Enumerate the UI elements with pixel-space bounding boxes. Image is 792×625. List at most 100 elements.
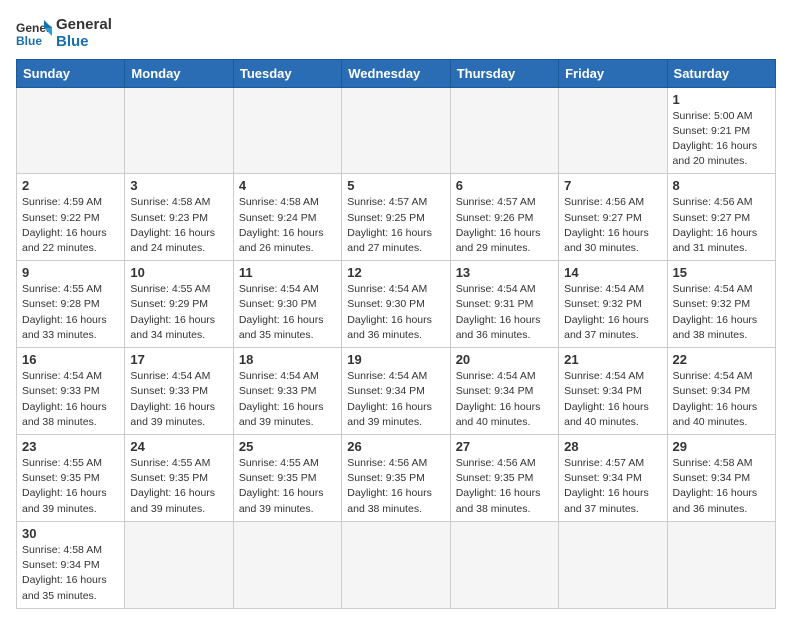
day-number: 23 <box>22 439 119 454</box>
calendar-cell-2-5: 14 Sunrise: 4:54 AM Sunset: 9:32 PM Dayli… <box>559 261 667 348</box>
day-number: 9 <box>22 265 119 280</box>
weekday-header-friday: Friday <box>559 59 667 87</box>
calendar-cell-4-4: 27Sunrise: 4:56 AM Sunset: 9:35 PM Dayli… <box>450 435 558 522</box>
calendar-cell-4-2: 25Sunrise: 4:55 AM Sunset: 9:35 PM Dayli… <box>233 435 341 522</box>
calendar-cell-5-0: 30Sunrise: 4:58 AM Sunset: 9:34 PM Dayli… <box>17 521 125 608</box>
day-number: 21 <box>564 352 661 367</box>
day-number: 7 <box>564 178 661 193</box>
day-info: Sunrise: 4:57 AM Sunset: 9:25 PM Dayligh… <box>347 195 444 256</box>
week-row-4: 23 Sunrise: 4:55 AM Sunset: 9:35 PM Dayli… <box>17 435 776 522</box>
calendar-table: SundayMondayTuesdayWednesdayThursdayFrid… <box>16 59 776 609</box>
logo-general: General <box>56 16 112 33</box>
day-number: 18 <box>239 352 336 367</box>
calendar-cell-2-2: 11Sunrise: 4:54 AM Sunset: 9:30 PM Dayli… <box>233 261 341 348</box>
calendar-cell-2-4: 13Sunrise: 4:54 AM Sunset: 9:31 PM Dayli… <box>450 261 558 348</box>
day-info: Sunrise: 4:56 AM Sunset: 9:35 PM Dayligh… <box>347 456 444 517</box>
calendar-cell-1-2: 4Sunrise: 4:58 AM Sunset: 9:24 PM Daylig… <box>233 174 341 261</box>
logo: General Blue General Blue <box>16 16 112 51</box>
calendar-cell-4-5: 28 Sunrise: 4:57 AM Sunset: 9:34 PM Dayli… <box>559 435 667 522</box>
logo-icon: General Blue <box>16 18 52 48</box>
weekday-header-row: SundayMondayTuesdayWednesdayThursdayFrid… <box>17 59 776 87</box>
calendar-cell-5-2 <box>233 521 341 608</box>
calendar-cell-1-4: 6Sunrise: 4:57 AM Sunset: 9:26 PM Daylig… <box>450 174 558 261</box>
week-row-0: 1Sunrise: 5:00 AM Sunset: 9:21 PM Daylig… <box>17 87 776 174</box>
day-number: 19 <box>347 352 444 367</box>
day-info: Sunrise: 4:54 AM Sunset: 9:34 PM Dayligh… <box>456 369 553 430</box>
day-info: Sunrise: 4:54 AM Sunset: 9:32 PM Dayligh… <box>564 282 661 343</box>
day-info: Sunrise: 4:54 AM Sunset: 9:33 PM Dayligh… <box>22 369 119 430</box>
calendar-cell-3-2: 18 Sunrise: 4:54 AM Sunset: 9:33 PM Dayli… <box>233 348 341 435</box>
day-number: 8 <box>673 178 770 193</box>
day-number: 17 <box>130 352 227 367</box>
day-info: Sunrise: 4:55 AM Sunset: 9:29 PM Dayligh… <box>130 282 227 343</box>
calendar-cell-2-6: 15 Sunrise: 4:54 AM Sunset: 9:32 PM Dayli… <box>667 261 775 348</box>
week-row-1: 2 Sunrise: 4:59 AM Sunset: 9:22 PM Daylig… <box>17 174 776 261</box>
calendar-cell-1-5: 7 Sunrise: 4:56 AM Sunset: 9:27 PM Daylig… <box>559 174 667 261</box>
weekday-header-sunday: Sunday <box>17 59 125 87</box>
calendar-cell-0-3 <box>342 87 450 174</box>
calendar-cell-3-0: 16 Sunrise: 4:54 AM Sunset: 9:33 PM Dayli… <box>17 348 125 435</box>
day-number: 22 <box>673 352 770 367</box>
day-number: 5 <box>347 178 444 193</box>
calendar-cell-5-4 <box>450 521 558 608</box>
calendar-cell-0-6: 1Sunrise: 5:00 AM Sunset: 9:21 PM Daylig… <box>667 87 775 174</box>
day-number: 25 <box>239 439 336 454</box>
calendar-cell-1-1: 3 Sunrise: 4:58 AM Sunset: 9:23 PM Daylig… <box>125 174 233 261</box>
day-info: Sunrise: 4:54 AM Sunset: 9:33 PM Dayligh… <box>130 369 227 430</box>
day-info: Sunrise: 4:54 AM Sunset: 9:30 PM Dayligh… <box>347 282 444 343</box>
day-info: Sunrise: 4:55 AM Sunset: 9:35 PM Dayligh… <box>22 456 119 517</box>
day-info: Sunrise: 4:54 AM Sunset: 9:33 PM Dayligh… <box>239 369 336 430</box>
week-row-5: 30Sunrise: 4:58 AM Sunset: 9:34 PM Dayli… <box>17 521 776 608</box>
day-info: Sunrise: 4:56 AM Sunset: 9:27 PM Dayligh… <box>673 195 770 256</box>
calendar-cell-2-0: 9 Sunrise: 4:55 AM Sunset: 9:28 PM Daylig… <box>17 261 125 348</box>
calendar-cell-0-4 <box>450 87 558 174</box>
day-info: Sunrise: 4:54 AM Sunset: 9:34 PM Dayligh… <box>673 369 770 430</box>
calendar-cell-4-3: 26 Sunrise: 4:56 AM Sunset: 9:35 PM Dayli… <box>342 435 450 522</box>
calendar-cell-1-3: 5 Sunrise: 4:57 AM Sunset: 9:25 PM Daylig… <box>342 174 450 261</box>
day-info: Sunrise: 4:56 AM Sunset: 9:27 PM Dayligh… <box>564 195 661 256</box>
calendar-cell-3-3: 19 Sunrise: 4:54 AM Sunset: 9:34 PM Dayli… <box>342 348 450 435</box>
calendar-cell-3-4: 20Sunrise: 4:54 AM Sunset: 9:34 PM Dayli… <box>450 348 558 435</box>
calendar-cell-5-6 <box>667 521 775 608</box>
day-info: Sunrise: 4:56 AM Sunset: 9:35 PM Dayligh… <box>456 456 553 517</box>
day-number: 4 <box>239 178 336 193</box>
day-number: 13 <box>456 265 553 280</box>
weekday-header-monday: Monday <box>125 59 233 87</box>
day-info: Sunrise: 4:54 AM Sunset: 9:32 PM Dayligh… <box>673 282 770 343</box>
day-info: Sunrise: 4:58 AM Sunset: 9:34 PM Dayligh… <box>673 456 770 517</box>
day-info: Sunrise: 4:55 AM Sunset: 9:28 PM Dayligh… <box>22 282 119 343</box>
header: General Blue General Blue <box>16 16 776 51</box>
calendar-cell-2-3: 12 Sunrise: 4:54 AM Sunset: 9:30 PM Dayli… <box>342 261 450 348</box>
calendar-cell-4-6: 29Sunrise: 4:58 AM Sunset: 9:34 PM Dayli… <box>667 435 775 522</box>
day-number: 15 <box>673 265 770 280</box>
day-info: Sunrise: 4:59 AM Sunset: 9:22 PM Dayligh… <box>22 195 119 256</box>
week-row-2: 9 Sunrise: 4:55 AM Sunset: 9:28 PM Daylig… <box>17 261 776 348</box>
calendar-cell-0-1 <box>125 87 233 174</box>
day-number: 16 <box>22 352 119 367</box>
logo-blue: Blue <box>56 33 112 50</box>
weekday-header-wednesday: Wednesday <box>342 59 450 87</box>
day-number: 12 <box>347 265 444 280</box>
calendar-cell-5-3 <box>342 521 450 608</box>
calendar-cell-1-6: 8 Sunrise: 4:56 AM Sunset: 9:27 PM Daylig… <box>667 174 775 261</box>
day-number: 3 <box>130 178 227 193</box>
calendar-cell-3-1: 17 Sunrise: 4:54 AM Sunset: 9:33 PM Dayli… <box>125 348 233 435</box>
day-info: Sunrise: 4:57 AM Sunset: 9:34 PM Dayligh… <box>564 456 661 517</box>
day-info: Sunrise: 4:55 AM Sunset: 9:35 PM Dayligh… <box>130 456 227 517</box>
calendar-cell-3-5: 21 Sunrise: 4:54 AM Sunset: 9:34 PM Dayli… <box>559 348 667 435</box>
day-info: Sunrise: 4:54 AM Sunset: 9:34 PM Dayligh… <box>347 369 444 430</box>
weekday-header-saturday: Saturday <box>667 59 775 87</box>
day-number: 6 <box>456 178 553 193</box>
day-number: 30 <box>22 526 119 541</box>
day-info: Sunrise: 4:58 AM Sunset: 9:23 PM Dayligh… <box>130 195 227 256</box>
day-number: 11 <box>239 265 336 280</box>
day-info: Sunrise: 5:00 AM Sunset: 9:21 PM Dayligh… <box>673 109 770 170</box>
calendar-cell-3-6: 22 Sunrise: 4:54 AM Sunset: 9:34 PM Dayli… <box>667 348 775 435</box>
day-number: 24 <box>130 439 227 454</box>
day-number: 2 <box>22 178 119 193</box>
day-info: Sunrise: 4:54 AM Sunset: 9:34 PM Dayligh… <box>564 369 661 430</box>
day-number: 14 <box>564 265 661 280</box>
week-row-3: 16 Sunrise: 4:54 AM Sunset: 9:33 PM Dayli… <box>17 348 776 435</box>
day-number: 26 <box>347 439 444 454</box>
day-number: 28 <box>564 439 661 454</box>
